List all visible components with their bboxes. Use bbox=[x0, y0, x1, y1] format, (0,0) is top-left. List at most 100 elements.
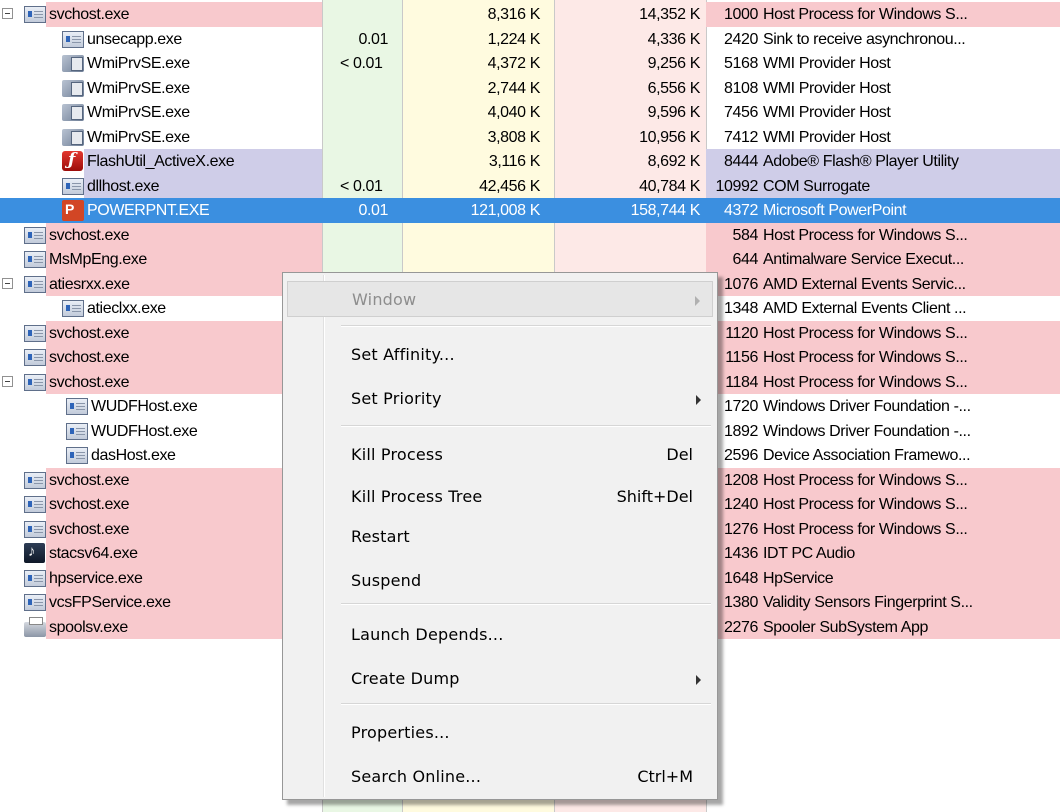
table-row-selected[interactable]: POWERPNT.EXE 0.01 121,008 K 158,744 K 4372 Mi… bbox=[0, 198, 1060, 223]
menu-item-label: Set Affinity... bbox=[351, 345, 455, 364]
cpu-value: 0.01 bbox=[358, 202, 388, 219]
description-text: AMD External Events Client ... bbox=[763, 300, 967, 317]
collapse-toggle-icon[interactable] bbox=[2, 375, 13, 387]
menu-item-set-affinity[interactable]: Set Affinity... bbox=[287, 337, 713, 373]
wmi-icon bbox=[62, 104, 84, 121]
exe-icon bbox=[24, 594, 46, 611]
menu-item-label: Suspend bbox=[351, 571, 422, 590]
exe-icon bbox=[24, 275, 46, 293]
pid-value: 8108 bbox=[724, 79, 758, 97]
process-name: WUDFHost.exe bbox=[91, 422, 198, 440]
process-name: svchost.exe bbox=[49, 349, 130, 366]
private-bytes-value: 4,372 K bbox=[487, 55, 541, 72]
working-set-value: 6,556 K bbox=[647, 79, 701, 97]
menu-item-create-dump[interactable]: Create Dump bbox=[287, 661, 713, 697]
description-text: AMD External Events Servic... bbox=[763, 275, 966, 293]
private-bytes-value: 1,224 K bbox=[487, 30, 541, 48]
menu-item-kill-process-tree[interactable]: Kill Process Tree Shift+Del bbox=[287, 479, 713, 515]
process-name: FlashUtil_ActiveX.exe bbox=[87, 153, 235, 170]
description-text: Antimalware Service Execut... bbox=[763, 251, 964, 268]
submenu-arrow-icon bbox=[696, 395, 701, 405]
wmi-icon bbox=[62, 79, 84, 97]
menu-item-properties[interactable]: Properties... bbox=[287, 715, 713, 751]
table-row[interactable]: WmiPrvSE.exe < 0.01 4,372 K 9,256 K 5168 WMI … bbox=[0, 51, 1060, 76]
process-name: atiesrxx.exe bbox=[49, 275, 130, 293]
process-name: svchost.exe bbox=[49, 373, 130, 391]
process-name: WmiPrvSE.exe bbox=[87, 104, 190, 121]
cpu-value: < 0.01 bbox=[340, 177, 383, 195]
exe-icon bbox=[24, 226, 46, 244]
description-text: Validity Sensors Fingerprint S... bbox=[763, 594, 973, 611]
table-row[interactable]: FlashUtil_ActiveX.exe 3,116 K 8,692 K 8444 A… bbox=[0, 149, 1060, 174]
table-row[interactable]: WmiPrvSE.exe 3,808 K 10,956 K 7412 WMI Provi… bbox=[0, 125, 1060, 150]
process-name: stacsv64.exe bbox=[49, 545, 138, 562]
description-text: Device Association Framewo... bbox=[763, 447, 971, 464]
exe-icon bbox=[24, 6, 46, 23]
menu-item-launch-depends[interactable]: Launch Depends... bbox=[287, 617, 713, 653]
wmi-icon bbox=[62, 55, 84, 72]
menu-item-shortcut: Del bbox=[666, 445, 693, 464]
submenu-arrow-icon bbox=[696, 675, 701, 685]
table-row[interactable]: unsecapp.exe 0.01 1,224 K 4,336 K 2420 Sink t… bbox=[0, 27, 1060, 52]
process-name: WmiPrvSE.exe bbox=[87, 128, 190, 146]
menu-separator bbox=[341, 425, 711, 427]
process-name: dllhost.exe bbox=[87, 177, 160, 195]
process-name: svchost.exe bbox=[49, 471, 130, 489]
menu-item-shortcut: Shift+Del bbox=[616, 487, 693, 506]
menu-item-label: Restart bbox=[351, 527, 410, 546]
process-name: WmiPrvSE.exe bbox=[87, 55, 190, 72]
table-row[interactable]: dllhost.exe < 0.01 42,456 K 40,784 K 10992 CO… bbox=[0, 173, 1060, 198]
description-text: HpService bbox=[763, 569, 834, 587]
description-text: Adobe® Flash® Player Utility bbox=[763, 153, 959, 170]
exe-icon bbox=[24, 569, 46, 587]
pid-value: 7412 bbox=[724, 128, 758, 146]
exe-icon bbox=[24, 520, 46, 538]
private-bytes-value: 8,316 K bbox=[487, 6, 541, 23]
table-row[interactable]: WmiPrvSE.exe 4,040 K 9,596 K 7456 WMI Provid… bbox=[0, 100, 1060, 125]
description-text: Windows Driver Foundation -... bbox=[763, 398, 971, 415]
table-row[interactable]: svchost.exe 584 Host Process for Windows S… bbox=[0, 222, 1060, 247]
menu-item-window[interactable]: Window bbox=[287, 281, 713, 317]
collapse-toggle-icon[interactable] bbox=[2, 277, 13, 289]
exe-icon bbox=[24, 251, 46, 268]
exe-icon bbox=[66, 398, 88, 415]
menu-item-search-online[interactable]: Search Online... Ctrl+M bbox=[287, 759, 713, 795]
collapse-toggle-icon[interactable] bbox=[2, 8, 13, 19]
exe-icon bbox=[24, 324, 46, 342]
printer-icon bbox=[24, 616, 46, 637]
menu-item-label: Set Priority bbox=[351, 389, 442, 408]
submenu-arrow-icon bbox=[695, 296, 700, 306]
description-text: IDT PC Audio bbox=[763, 545, 855, 562]
private-bytes-value: 3,808 K bbox=[487, 128, 541, 146]
menu-item-suspend[interactable]: Suspend bbox=[287, 563, 713, 599]
description-text: Host Process for Windows S... bbox=[763, 6, 968, 23]
description-text: Windows Driver Foundation -... bbox=[763, 422, 971, 440]
menu-separator bbox=[341, 325, 711, 327]
menu-item-kill-process[interactable]: Kill Process Del bbox=[287, 437, 713, 473]
working-set-value: 40,784 K bbox=[639, 177, 700, 195]
description-text: WMI Provider Host bbox=[763, 104, 891, 121]
menu-item-label: Launch Depends... bbox=[351, 625, 504, 644]
description-text: Host Process for Windows S... bbox=[763, 520, 968, 538]
table-row[interactable]: WmiPrvSE.exe 2,744 K 6,556 K 8108 WMI Provid… bbox=[0, 76, 1060, 101]
working-set-value: 158,744 K bbox=[630, 202, 701, 219]
private-bytes-value: 4,040 K bbox=[487, 104, 541, 121]
menu-item-set-priority[interactable]: Set Priority bbox=[287, 381, 713, 417]
table-row[interactable]: svchost.exe 8,316 K 14,352 K 1000 Host Proce… bbox=[0, 2, 1060, 27]
pid-value: 4372 bbox=[724, 202, 758, 219]
menu-item-restart[interactable]: Restart bbox=[287, 519, 713, 555]
flash-icon bbox=[62, 150, 83, 171]
menu-item-label: Create Dump bbox=[351, 669, 460, 688]
private-bytes-value: 3,116 K bbox=[488, 153, 541, 170]
exe-icon bbox=[66, 422, 88, 440]
pid-value: 7456 bbox=[724, 104, 758, 121]
description-text: Spooler SubSystem App bbox=[763, 618, 929, 636]
exe-icon bbox=[62, 177, 84, 195]
working-set-value: 9,256 K bbox=[647, 55, 701, 72]
cpu-value: < 0.01 bbox=[340, 55, 383, 72]
table-row[interactable]: MsMpEng.exe 644 Antimalware Service Execut… bbox=[0, 247, 1060, 272]
description-text: Host Process for Windows S... bbox=[763, 324, 968, 342]
description-text: COM Surrogate bbox=[763, 177, 870, 195]
process-name: atieclxx.exe bbox=[87, 300, 166, 317]
description-text: WMI Provider Host bbox=[763, 55, 891, 72]
